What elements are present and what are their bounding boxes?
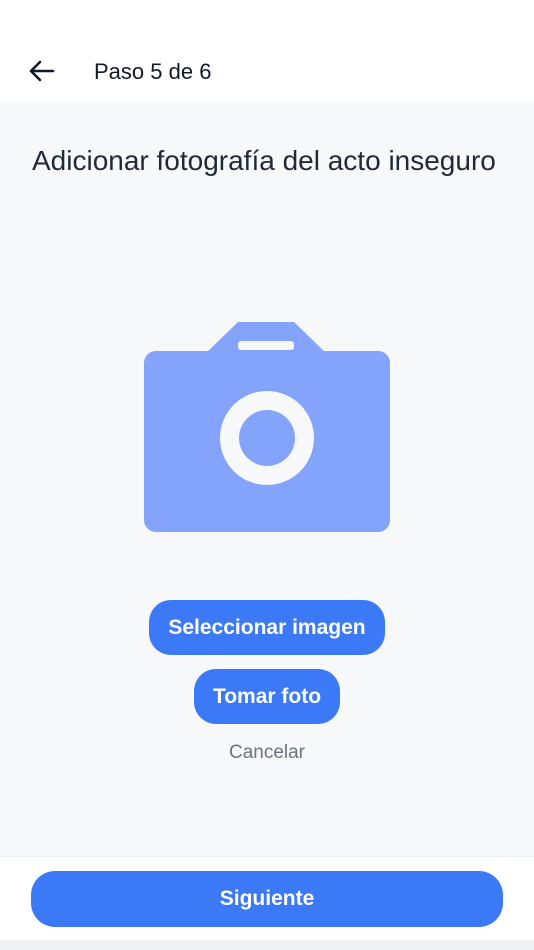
cancel-link[interactable]: Cancelar — [0, 742, 534, 764]
select-image-button[interactable]: Seleccionar imagen — [149, 600, 385, 655]
next-button[interactable]: Siguiente — [31, 871, 503, 927]
step-indicator: Paso 5 de 6 — [94, 59, 212, 84]
take-photo-button[interactable]: Tomar foto — [194, 669, 340, 724]
photo-placeholder — [144, 320, 390, 532]
camera-icon — [144, 322, 390, 532]
back-button[interactable] — [22, 54, 60, 88]
arrow-left-icon — [29, 60, 55, 82]
top-bar: Paso 5 de 6 — [0, 0, 534, 102]
bottom-divider — [0, 940, 534, 950]
page-title: Adicionar fotografía del acto inseguro — [32, 145, 496, 176]
